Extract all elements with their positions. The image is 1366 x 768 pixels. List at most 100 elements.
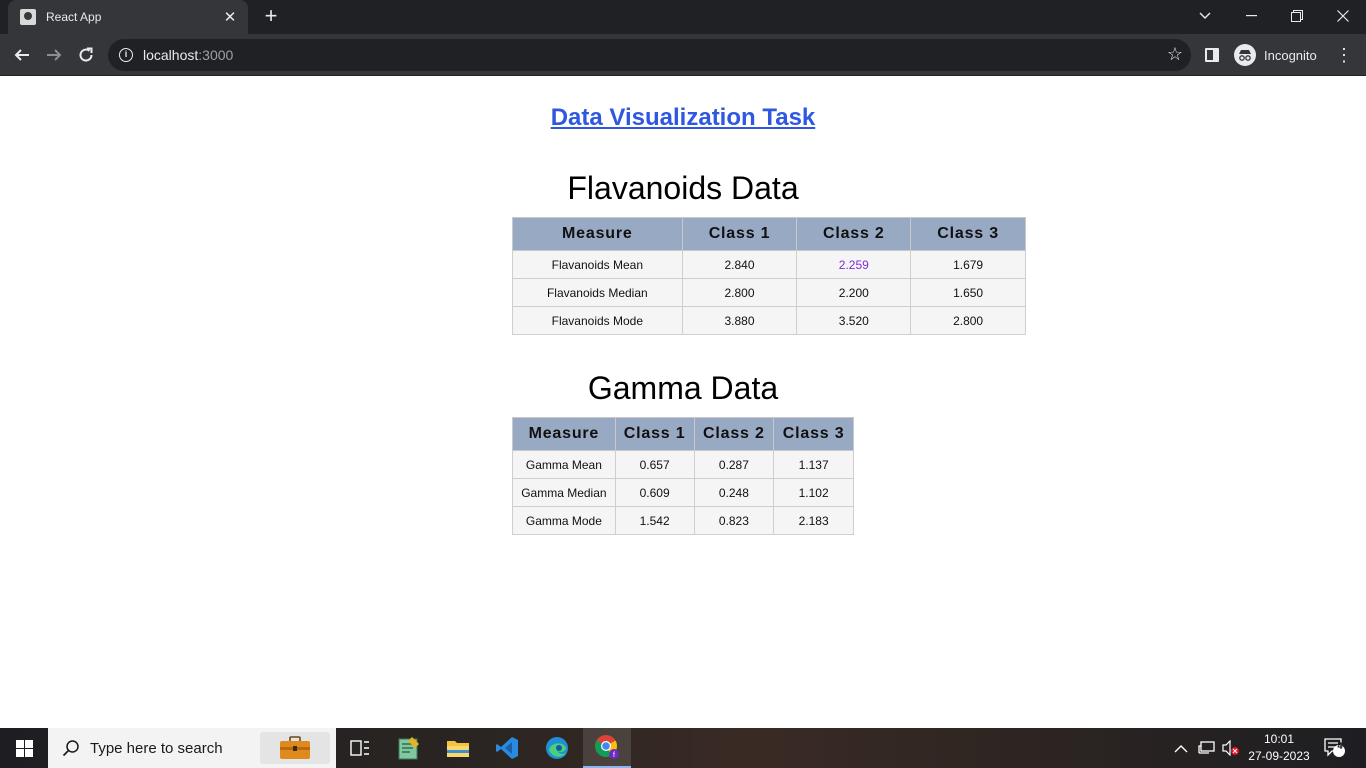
task-view-button[interactable]: [336, 728, 384, 768]
task-view-icon: [350, 740, 369, 756]
volume-muted-icon: [1222, 740, 1239, 756]
reload-icon: [79, 47, 93, 62]
notification-count: 4: [1337, 741, 1343, 751]
chrome-icon: f: [595, 735, 619, 759]
chrome-app[interactable]: f: [583, 728, 631, 768]
site-info-icon[interactable]: i: [119, 48, 133, 62]
url-port: :3000: [198, 47, 234, 63]
table-cell: 1.102: [773, 478, 854, 507]
react-favicon-icon: [20, 9, 36, 25]
browser-toolbar: i localhost:3000 ☆ Incognito ⋮: [0, 34, 1366, 76]
tab-title: React App: [46, 10, 102, 24]
table-cell: Flavanoids Mean: [512, 250, 683, 279]
tab-strip: React App ✕ +: [0, 0, 1366, 34]
table-cell: 1.679: [910, 250, 1026, 279]
network-tray[interactable]: [1198, 728, 1216, 768]
table-cell: 0.248: [693, 478, 775, 507]
table-cell: 0.287: [693, 450, 775, 479]
table-cell: 0.823: [693, 506, 775, 535]
table-row: Gamma Mode 1.542 0.823 2.183: [512, 506, 854, 535]
table-cell: 3.880: [681, 306, 798, 335]
table-header-row: Measure Class 1 Class 2 Class 3: [512, 217, 1026, 251]
minimize-icon: [1245, 15, 1257, 17]
forward-button[interactable]: [40, 41, 68, 69]
table-cell: Flavanoids Median: [512, 278, 683, 307]
table-cell: 1.542: [614, 506, 695, 535]
page-content: Data Visualization Task Flavanoids Data …: [0, 77, 1366, 728]
incognito-indicator[interactable]: Incognito: [1234, 43, 1317, 67]
file-explorer-app[interactable]: [434, 728, 482, 768]
arrow-left-icon: [14, 49, 29, 61]
url-host: localhost: [143, 47, 199, 63]
search-icon: [62, 740, 79, 757]
table-cell: 1.137: [773, 450, 854, 479]
network-icon: [1198, 741, 1215, 754]
reload-button[interactable]: [72, 41, 100, 69]
table-cell: 0.657: [614, 450, 695, 479]
table-cell: 2.200: [796, 278, 912, 307]
table-header: Measure: [512, 217, 683, 251]
table-header: Class 1: [614, 417, 695, 451]
incognito-icon: [1234, 44, 1256, 66]
table-row: Gamma Median 0.609 0.248 1.102: [512, 478, 854, 507]
vscode-app[interactable]: [483, 728, 531, 768]
taskbar-search[interactable]: Type here to search: [48, 728, 336, 768]
table-header: Class 2: [796, 217, 912, 251]
table-header: Class 2: [693, 417, 775, 451]
address-bar[interactable]: i localhost:3000 ☆: [108, 39, 1191, 71]
table-cell: Gamma Mean: [512, 450, 616, 479]
chevron-down-icon: [1199, 12, 1211, 19]
close-window-button[interactable]: [1320, 0, 1366, 32]
table-header: Class 3: [910, 217, 1026, 251]
restore-button[interactable]: [1274, 0, 1320, 32]
table-cell: Gamma Median: [512, 478, 616, 507]
clock-time: 10:01: [1263, 732, 1295, 746]
chevron-up-icon: [1174, 744, 1188, 752]
table-header-row: Measure Class 1 Class 2 Class 3: [512, 417, 854, 451]
incognito-label: Incognito: [1264, 47, 1317, 63]
flavanoids-title: Flavanoids Data: [567, 170, 799, 206]
tray-chevron[interactable]: [1174, 728, 1188, 768]
gamma-table: Measure Class 1 Class 2 Class 3 Gamma Me…: [512, 417, 854, 535]
edge-icon: [546, 737, 568, 759]
browser-menu-icon[interactable]: ⋮: [1334, 44, 1354, 66]
tab-search-button[interactable]: [1182, 0, 1228, 32]
close-icon: [1337, 10, 1349, 22]
arrow-right-icon: [47, 49, 62, 61]
table-row: Flavanoids Mean 2.840 2.259 1.679: [512, 250, 1026, 279]
tab-close-icon[interactable]: ✕: [222, 8, 238, 26]
work-briefcase-icon: [280, 736, 310, 759]
search-placeholder: Type here to search: [90, 739, 223, 757]
table-cell: 2.800: [681, 278, 798, 307]
table-header: Class 1: [681, 217, 798, 251]
table-row: Gamma Mean 0.657 0.287 1.137: [512, 450, 854, 479]
table-row: Flavanoids Mode 3.880 3.520 2.800: [512, 306, 1026, 335]
edge-app[interactable]: [533, 728, 581, 768]
svg-text:f: f: [613, 752, 615, 759]
page-heading-link[interactable]: Data Visualization Task: [0, 104, 1366, 132]
search-highlight[interactable]: [260, 732, 330, 764]
volume-tray[interactable]: [1222, 728, 1240, 768]
clock-date: 27-09-2023: [1248, 749, 1310, 763]
restore-icon: [1291, 10, 1303, 22]
table-cell: 2.800: [910, 306, 1026, 335]
vscode-icon: [496, 737, 518, 759]
table-cell: 0.609: [614, 478, 695, 507]
table-cell: Gamma Mode: [512, 506, 616, 535]
notepad-app[interactable]: [385, 728, 433, 768]
file-explorer-icon: [447, 741, 469, 757]
notepad-icon: [398, 737, 419, 760]
back-button[interactable]: [8, 41, 36, 69]
table-row: Flavanoids Median 2.800 2.200 1.650: [512, 278, 1026, 307]
minimize-button[interactable]: [1228, 0, 1274, 32]
table-cell: Flavanoids Mode: [512, 306, 683, 335]
start-button[interactable]: [0, 728, 48, 768]
browser-tab[interactable]: React App ✕: [8, 0, 248, 34]
windows-taskbar: Type here to search f 10:01 27-09-2023 4: [0, 728, 1366, 768]
new-tab-button[interactable]: +: [259, 5, 283, 29]
bookmark-star-icon[interactable]: ☆: [1167, 45, 1183, 63]
taskbar-clock[interactable]: 10:01 27-09-2023: [1248, 731, 1310, 765]
table-header: Measure: [512, 417, 616, 451]
side-panel-icon[interactable]: [1205, 48, 1219, 62]
notification-center[interactable]: 4: [1324, 728, 1346, 768]
